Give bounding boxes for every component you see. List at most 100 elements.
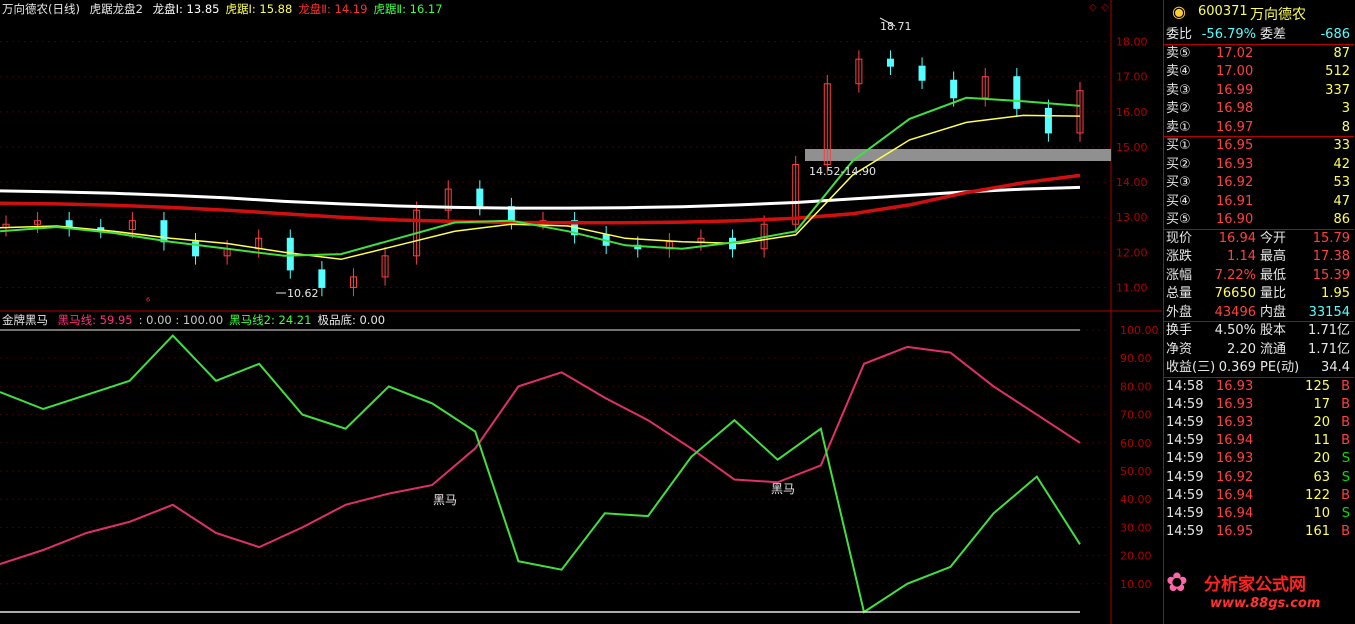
- stock-title: 万向德农: [1250, 7, 1306, 23]
- info-value: 0.369: [1218, 360, 1256, 375]
- stats-value: 43496: [1214, 304, 1256, 320]
- tick-row[interactable]: 14:58 16.93 125 B: [1164, 378, 1354, 396]
- tick-side: B: [1341, 378, 1350, 394]
- tick-volume: 20: [1313, 414, 1330, 430]
- candle-body: [160, 220, 168, 243]
- tick-time: 14:59: [1166, 451, 1204, 467]
- tick-time: 14:59: [1166, 396, 1204, 412]
- signal-marker: ⁶: [146, 297, 150, 308]
- quote-row: 卖③ 16.99 337: [1164, 82, 1354, 100]
- price-tick-label: 14.00: [1116, 176, 1148, 189]
- tick-price: 16.94: [1216, 433, 1254, 449]
- flower-logo-icon: ✿: [1166, 568, 1188, 598]
- tick-row[interactable]: 14:59 16.93 17 B: [1164, 396, 1354, 414]
- indicator-tick-label: 60.00: [1120, 437, 1152, 450]
- quote-volume: 512: [1325, 64, 1350, 79]
- indicator-tick-label: 70.00: [1120, 409, 1152, 422]
- heima-signal-2: 黑马: [771, 482, 795, 496]
- diamond-icon-2[interactable]: ◇: [1101, 2, 1109, 13]
- tick-volume: 125: [1305, 378, 1330, 394]
- tick-row[interactable]: 14:59 16.95 161 B: [1164, 523, 1354, 541]
- stats-row: 涨幅 7.22% 最低 15.39: [1164, 267, 1354, 285]
- quote-label: 卖①: [1166, 119, 1191, 135]
- quote-label: 买②: [1166, 156, 1191, 172]
- quote-price: 17.00: [1216, 64, 1254, 79]
- quote-row: 卖② 16.98 3: [1164, 100, 1354, 118]
- high-label: 18.71: [880, 20, 912, 33]
- indicator-header-item: 黑马线: 59.95: [57, 313, 133, 327]
- candle-body: [476, 188, 484, 208]
- indicator-title: 金牌黑马: [2, 313, 48, 327]
- tick-side: S: [1341, 505, 1350, 521]
- tick-price: 16.92: [1216, 469, 1254, 485]
- tick-volume: 122: [1305, 487, 1330, 503]
- quote-volume: 42: [1333, 156, 1350, 172]
- tick-price: 16.93: [1216, 396, 1254, 412]
- low-label: 10.62: [287, 287, 319, 300]
- quote-price: 17.02: [1216, 45, 1254, 61]
- stats-row: 涨跌 1.14 最高 17.38: [1164, 248, 1354, 266]
- tick-time: 14:59: [1166, 414, 1204, 430]
- stats-row: 总量 76650 量比 1.95: [1164, 285, 1354, 303]
- quote-value: -56.79%: [1201, 27, 1256, 42]
- tick-volume: 11: [1313, 433, 1330, 449]
- quote-label: 卖⑤: [1166, 45, 1191, 61]
- stats-label: 现价: [1166, 230, 1193, 246]
- tick-price: 16.93: [1216, 451, 1254, 467]
- chart-area[interactable]: 18.71 10.62 14.52-14.90 黑马 黑马 ⁶ 18.00 17.…: [0, 0, 1162, 624]
- tick-side: S: [1341, 451, 1350, 467]
- quote-title: ◉ 600371 万向德农: [1164, 2, 1354, 24]
- info-value2: 34.4: [1321, 360, 1350, 375]
- stats-label: 涨幅: [1166, 267, 1193, 283]
- quote-label: 买①: [1166, 138, 1191, 153]
- tick-row[interactable]: 14:59 16.94 122 B: [1164, 487, 1354, 505]
- quote-label: 买⑤: [1166, 212, 1191, 227]
- indicator-tick-label: 100.00: [1120, 324, 1159, 337]
- quote-row: 卖① 16.97 8: [1164, 119, 1354, 137]
- stats-label: 涨跌: [1166, 249, 1193, 264]
- price-tick-label: 18.00: [1116, 36, 1148, 49]
- quote-row: 委比 -56.79% 委差 -686: [1164, 26, 1354, 44]
- candle-body: [1013, 76, 1021, 109]
- indicator-tick-label: 50.00: [1120, 465, 1152, 478]
- candle-body: [286, 237, 294, 271]
- price-tick-label: 15.00: [1116, 141, 1148, 154]
- watermark: ✿ 分析家公式网 www.88gs.com: [1160, 562, 1355, 624]
- indicator-grid: [0, 329, 1111, 585]
- tick-row[interactable]: 14:59 16.92 63 S: [1164, 469, 1354, 487]
- diamond-icon[interactable]: ◇: [1089, 2, 1097, 13]
- tick-row[interactable]: 14:59 16.94 10 S: [1164, 505, 1354, 523]
- tick-volume: 20: [1313, 451, 1330, 467]
- indicator-header-item: : 0.00 : 100.00: [138, 313, 224, 327]
- tick-price: 16.94: [1216, 487, 1254, 503]
- indicator-header: 金牌黑马 黑马线: 59.95: 0.00 : 100.00 黑马线2: 24.2…: [2, 312, 397, 328]
- info-label2: 流通: [1260, 341, 1287, 357]
- quote-volume: 8: [1341, 119, 1350, 135]
- info-value2: 1.71亿: [1308, 323, 1350, 338]
- axis-labels: 18.00 17.00 16.00 15.00 14.00 13.00 12.00 11.00…: [1116, 36, 1159, 591]
- stats-value2: 33154: [1308, 304, 1350, 320]
- quote-volume: 53: [1333, 175, 1350, 190]
- tick-row[interactable]: 14:59 16.94 11 B: [1164, 432, 1354, 450]
- indicator-tick-label: 20.00: [1120, 550, 1152, 563]
- quote-volume: 87: [1333, 45, 1350, 61]
- tick-row[interactable]: 14:59 16.93 20 S: [1164, 450, 1354, 468]
- stats-label: 外盘: [1166, 304, 1193, 320]
- quote-label: 买④: [1166, 193, 1191, 209]
- info-label: 换手: [1166, 323, 1193, 338]
- quote-label: 委比: [1166, 27, 1193, 42]
- candles: [2, 50, 1084, 297]
- indicator-name: 虎踞龙盘2: [89, 2, 143, 16]
- stats-value: 16.94: [1218, 230, 1256, 246]
- info-row: 收益(三) 0.369 PE(动) 34.4: [1164, 359, 1354, 377]
- price-tick-label: 13.00: [1116, 211, 1148, 224]
- indicator-tick-label: 30.00: [1120, 521, 1152, 534]
- tick-row[interactable]: 14:59 16.93 20 B: [1164, 414, 1354, 432]
- indicator-tick-label: 90.00: [1120, 352, 1152, 365]
- stats-value: 76650: [1214, 286, 1256, 301]
- indicator-tick-label: 80.00: [1120, 380, 1152, 393]
- tick-side: B: [1341, 524, 1350, 540]
- stats-label2: 今开: [1260, 230, 1287, 246]
- heima-signal-1: 黑马: [433, 493, 457, 507]
- support-zone: [805, 149, 1111, 161]
